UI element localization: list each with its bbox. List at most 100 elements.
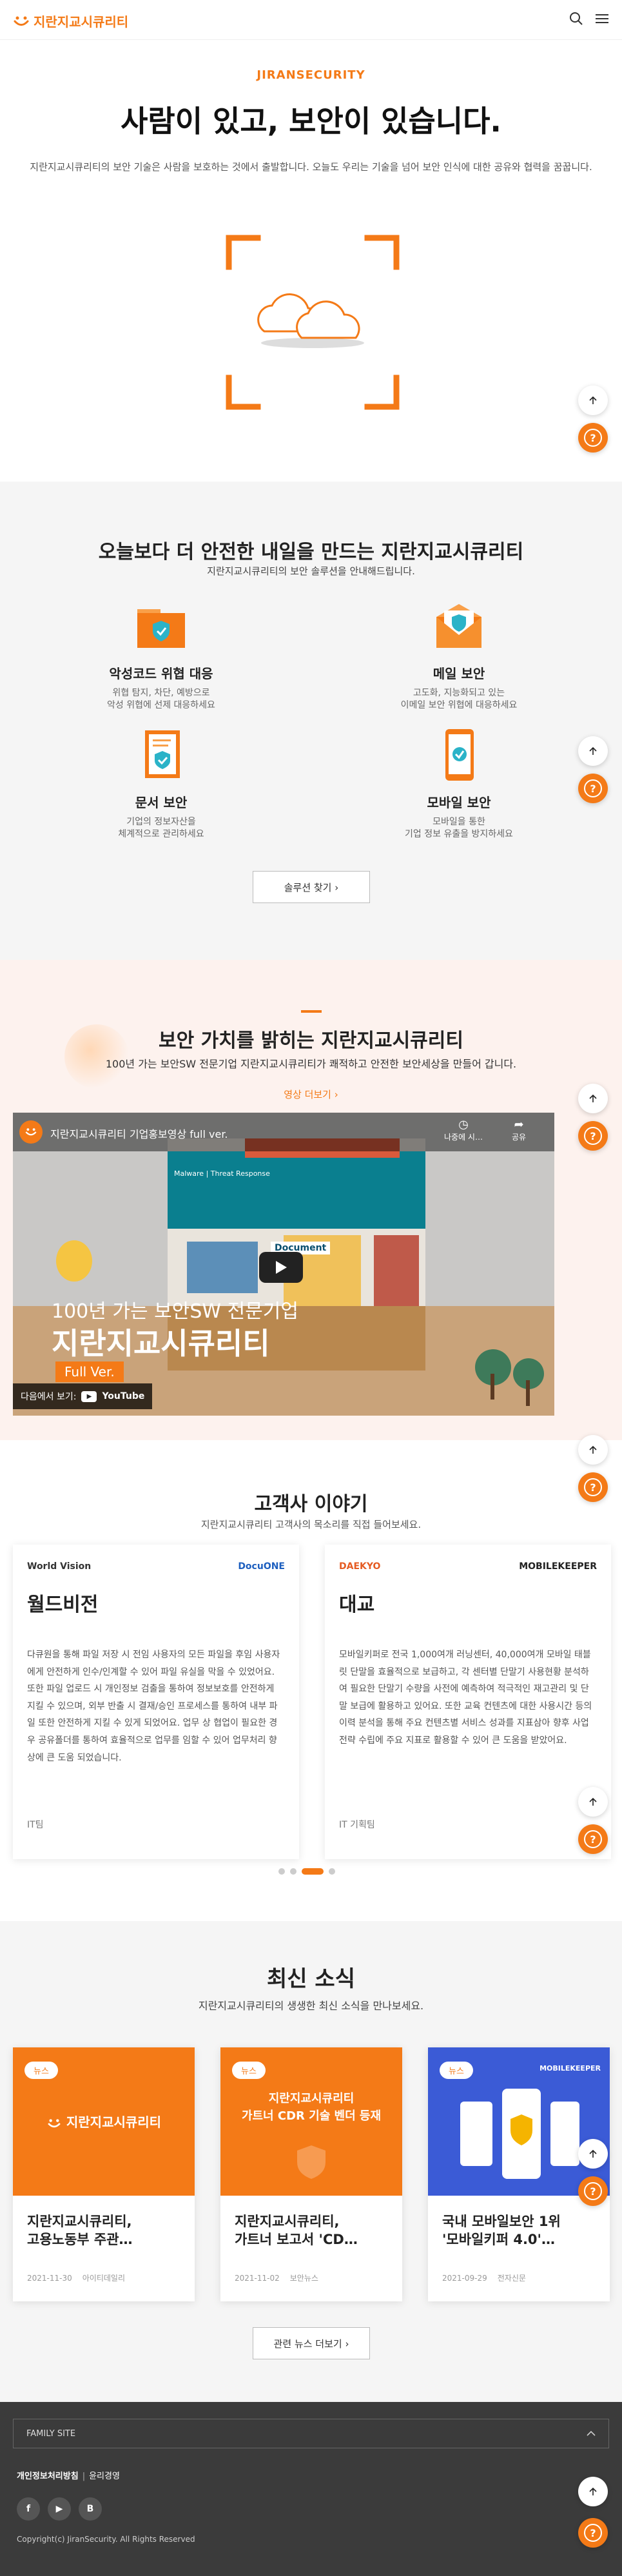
solutions-title: 오늘보다 더 안전한 내일을 만드는 지란지교시큐리티 xyxy=(98,541,524,563)
site-logo[interactable]: 지란지교시큐리티 xyxy=(13,12,128,30)
solution-desc-line1: 기업의 정보자산을 xyxy=(126,817,196,827)
news-title-line2: '모바일키퍼 4.0'… xyxy=(442,2232,555,2248)
cloud-frame-illustration xyxy=(226,235,400,410)
site-footer: FAMILY SITE 개인정보처리방침 | 윤리경영 f ▶ B Copyrigh… xyxy=(0,2402,622,2576)
news-card[interactable]: 뉴스 지란지교시큐리티 가트너 CDR 기술 벤더 등재 지란지교시큐리티, 가트… xyxy=(220,2047,402,2301)
hero-eyebrow: JIRANSECURITY xyxy=(257,68,365,82)
news-source: 보안뉴스 xyxy=(289,2274,318,2283)
scroll-top-button[interactable] xyxy=(578,385,608,415)
thumbnail-text: 지란지교시큐리티 xyxy=(268,2092,355,2105)
mobile-devices-icon xyxy=(460,2089,579,2179)
youtube-label: YouTube xyxy=(102,1391,145,1401)
privacy-policy-link[interactable]: 개인정보처리방침 xyxy=(17,2472,79,2481)
arrow-up-icon xyxy=(589,1445,597,1454)
arrow-up-icon xyxy=(589,2149,597,2158)
hamburger-menu-icon[interactable] xyxy=(595,12,609,26)
ethics-link[interactable]: 윤리경영 xyxy=(89,2472,120,2481)
search-icon[interactable] xyxy=(569,12,583,26)
about-subtitle: 100년 가는 보안SW 전문기업 지란지교시큐리티가 쾌적하고 안전한 보안세… xyxy=(105,1058,517,1070)
smile-logo-icon xyxy=(48,2118,61,2127)
news-thumbnail: 뉴스 지란지교시큐리티 xyxy=(13,2047,195,2196)
customer-name: 대교 xyxy=(339,1594,375,1616)
scroll-top-button[interactable] xyxy=(578,736,608,766)
scroll-top-button[interactable] xyxy=(578,2139,608,2169)
blog-icon[interactable]: B xyxy=(79,2497,102,2521)
customer-card[interactable]: DAEKYO MOBILEKEEPER 대교 모바일키퍼로 전국 1,000여개… xyxy=(325,1545,611,1859)
arrow-up-icon xyxy=(589,1797,597,1806)
chevron-up-icon xyxy=(587,2430,596,2436)
watch-on-youtube-button[interactable]: 다음에서 보기: ▶ YouTube xyxy=(13,1383,153,1409)
solution-desc-line1: 고도화, 지능화되고 있는 xyxy=(413,688,505,698)
scroll-top-button[interactable] xyxy=(578,1435,608,1465)
scene-sign-text: Malware | Threat Response xyxy=(174,1169,270,1178)
hero-title: 사람이 있고, 보안이 있습니다. xyxy=(121,104,501,139)
news-thumbnail: 뉴스 MOBILEKEEPER xyxy=(428,2047,610,2196)
customer-card[interactable]: World Vision DocuONE 월드비전 다큐원을 통해 파일 저장 … xyxy=(13,1545,299,1859)
envelope-shield-icon xyxy=(430,598,488,656)
youtube-video-player[interactable]: 지란지교시큐리티 기업홍보영상 full ver. ◷ 나중에 시… ➦ 공유 … xyxy=(13,1113,554,1416)
solution-title: 문서 보안 xyxy=(135,795,188,810)
carousel-dot-active[interactable] xyxy=(302,1868,324,1875)
news-title-line2: 가트너 보고서 'CD… xyxy=(235,2232,358,2248)
more-news-button[interactable]: 관련 뉴스 더보기 › xyxy=(253,2327,370,2359)
news-badge: 뉴스 xyxy=(232,2062,266,2079)
copyright-text: Copyright(c) JiranSecurity. All Rights R… xyxy=(17,2535,195,2544)
video-brand: 지란지교시큐리티 xyxy=(52,1326,270,1361)
arrow-up-icon xyxy=(589,396,597,404)
help-button[interactable]: ? xyxy=(578,774,608,803)
video-title[interactable]: 지란지교시큐리티 기업홍보영상 full ver. xyxy=(50,1126,228,1141)
youtube-logo-icon: ▶ xyxy=(81,1390,97,1402)
news-card[interactable]: 뉴스 MOBILEKEEPER 국내 모바일보안 1위 '모바일키퍼 4.0'… … xyxy=(428,2047,610,2301)
scroll-top-button[interactable] xyxy=(578,1084,608,1113)
solution-desc-line2: 체계적으로 관리하세요 xyxy=(118,828,204,839)
shield-icon xyxy=(297,2145,326,2179)
solution-title: 메일 보안 xyxy=(432,666,485,681)
watch-later-button[interactable]: ◷ 나중에 시… xyxy=(441,1118,486,1142)
solution-item-mail[interactable]: 메일 보안 고도화, 지능화되고 있는 이메일 보안 위협에 대응하세요 xyxy=(362,598,556,712)
solution-desc-line2: 악성 위협에 선제 대응하세요 xyxy=(107,699,215,710)
help-button[interactable]: ? xyxy=(578,1824,608,1854)
share-button[interactable]: ➦ 공유 xyxy=(503,1118,535,1142)
scroll-top-button[interactable] xyxy=(578,1787,608,1817)
thumbnail-text: 지란지교시큐리티 xyxy=(66,2114,162,2130)
solution-item-malware[interactable]: 악성코드 위협 대응 위협 탐지, 차단, 예방으로 악성 위협에 선제 대응하세… xyxy=(64,598,258,712)
solution-item-document[interactable]: 문서 보안 기업의 정보자산을 체계적으로 관리하세요 xyxy=(64,727,258,841)
carousel-dot[interactable] xyxy=(329,1868,335,1875)
hero-description: 지란지교시큐리티의 보안 기술은 사람을 보호하는 것에서 출발합니다. 오늘도… xyxy=(30,161,592,173)
thumbnail-text: 가트너 CDR 기술 벤더 등재 xyxy=(241,2109,382,2123)
folder-shield-icon xyxy=(132,598,190,656)
accent-bar xyxy=(301,1010,322,1013)
news-card[interactable]: 뉴스 지란지교시큐리티 지란지교시큐리티, 고용노동부 주관… 2021-11-3… xyxy=(13,2047,195,2301)
help-button[interactable]: ? xyxy=(578,1121,608,1151)
youtube-icon[interactable]: ▶ xyxy=(48,2497,71,2521)
help-button[interactable]: ? xyxy=(578,1472,608,1502)
news-title-line2: 고용노동부 주관… xyxy=(27,2232,133,2248)
help-button[interactable]: ? xyxy=(578,2518,608,2548)
scroll-top-button[interactable] xyxy=(578,2477,608,2506)
solution-item-mobile[interactable]: 모바일 보안 모바일을 통한 기업 정보 유출을 방지하세요 xyxy=(362,727,556,841)
customer-team: IT팀 xyxy=(27,1820,44,1830)
play-button[interactable] xyxy=(259,1252,303,1283)
question-icon: ? xyxy=(584,1127,602,1145)
facebook-icon[interactable]: f xyxy=(17,2497,40,2521)
question-icon: ? xyxy=(584,779,602,797)
find-solution-button[interactable]: 솔루션 찾기 › xyxy=(253,871,370,903)
channel-avatar[interactable] xyxy=(19,1120,43,1144)
customer-team: IT 기획팀 xyxy=(339,1820,375,1830)
solution-desc-line2: 기업 정보 유출을 방지하세요 xyxy=(405,828,513,839)
family-site-select[interactable]: FAMILY SITE xyxy=(13,2419,609,2448)
question-icon: ? xyxy=(584,2182,602,2200)
carousel-dot[interactable] xyxy=(290,1868,296,1875)
news-section: 최신 소식 지란지교시큐리티의 생생한 최신 소식을 만나보세요. 뉴스 지란지… xyxy=(0,1921,622,2402)
carousel-dot[interactable] xyxy=(278,1868,285,1875)
help-button[interactable]: ? xyxy=(578,423,608,453)
question-icon: ? xyxy=(584,1478,602,1496)
help-button[interactable]: ? xyxy=(578,2176,608,2206)
news-thumbnail: 뉴스 지란지교시큐리티 가트너 CDR 기술 벤더 등재 xyxy=(220,2047,402,2196)
question-icon: ? xyxy=(584,1830,602,1848)
question-icon: ? xyxy=(584,2524,602,2542)
share-label: 공유 xyxy=(511,1133,527,1142)
news-badge: 뉴스 xyxy=(24,2062,58,2079)
more-videos-link[interactable]: 영상 더보기 › xyxy=(0,1088,622,1101)
customer-story: 모바일키퍼로 전국 1,000여개 러닝센터, 40,000여개 모바일 태블릿… xyxy=(339,1650,592,1746)
